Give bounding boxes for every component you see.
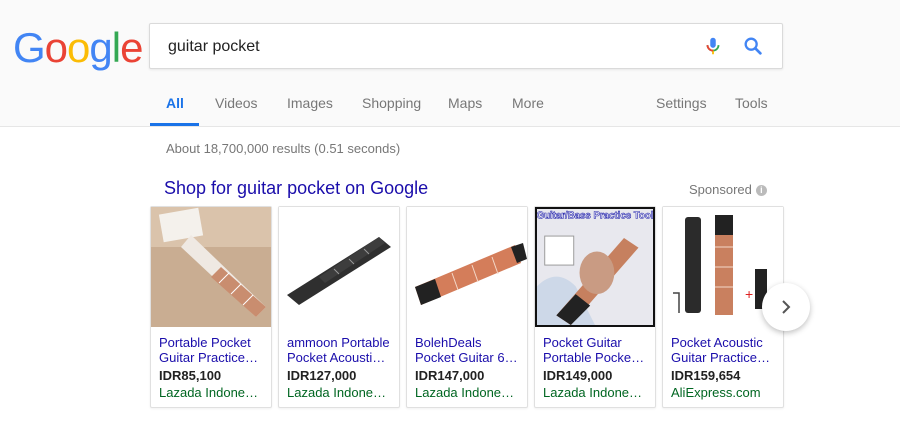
tab-all[interactable]: All <box>166 95 184 111</box>
active-tab-indicator <box>150 123 199 126</box>
search-box <box>149 23 783 70</box>
tab-more[interactable]: More <box>512 95 544 111</box>
product-store: Lazada Indone… <box>159 385 259 400</box>
product-price: IDR85,100 <box>159 368 222 383</box>
microphone-icon[interactable] <box>702 35 724 57</box>
product-title-line: Guitar Practice… <box>159 350 258 365</box>
logo-letter: l <box>111 24 121 71</box>
product-photo <box>151 207 271 327</box>
search-tabs: All Videos Images Shopping Maps More Set… <box>0 84 900 126</box>
product-card[interactable]: ammoon Portable Pocket Acousti… IDR127,0… <box>278 206 400 408</box>
product-title[interactable]: Portable Pocket Guitar Practice… <box>159 335 267 365</box>
search-input[interactable] <box>166 24 690 70</box>
product-image[interactable] <box>407 207 527 327</box>
product-title[interactable]: ammoon Portable Pocket Acousti… <box>287 335 395 365</box>
tab-shopping[interactable]: Shopping <box>362 95 421 111</box>
image-overlay-text: Guitar/Bass Practice Tool <box>537 211 653 222</box>
product-title-line: Portable Pocke… <box>543 350 645 365</box>
product-price: IDR149,000 <box>543 368 613 383</box>
product-title[interactable]: Pocket Acoustic Guitar Practice… <box>671 335 779 365</box>
product-title-line: Pocket Acoustic <box>671 335 763 350</box>
search-icon[interactable] <box>742 35 764 57</box>
logo-letter: o <box>67 24 90 71</box>
logo-letter: G <box>13 24 46 71</box>
product-title-line: BolehDeals <box>415 335 482 350</box>
product-store: Lazada Indone… <box>543 385 643 400</box>
logo-letter: o <box>44 24 68 71</box>
info-icon[interactable]: i <box>755 185 767 197</box>
product-price: IDR127,000 <box>287 368 357 383</box>
product-image[interactable] <box>151 207 271 327</box>
product-title-line: Guitar Practice… <box>671 350 770 365</box>
product-image[interactable]: Guitar/Bass Practice Tool <box>535 207 655 327</box>
product-image[interactable] <box>279 207 399 327</box>
tab-settings[interactable]: Settings <box>656 95 707 111</box>
logo-letter: g <box>89 24 112 71</box>
carousel-next-button[interactable] <box>762 283 810 331</box>
tab-images[interactable]: Images <box>287 95 333 111</box>
product-price: IDR147,000 <box>415 368 485 383</box>
result-stats: About 18,700,000 results (0.51 seconds) <box>166 141 401 156</box>
google-logo[interactable]: Google <box>13 24 143 72</box>
product-title-line: Portable Pocket <box>159 335 251 350</box>
tab-videos[interactable]: Videos <box>215 95 258 111</box>
product-card[interactable]: Guitar/Bass Practice Tool Pocket Guitar … <box>534 206 656 408</box>
sponsored-label[interactable]: Sponsored i <box>689 182 767 197</box>
product-title-line: Pocket Guitar 6… <box>415 350 518 365</box>
product-photo <box>279 207 399 327</box>
product-title-line: Pocket Acousti… <box>287 350 386 365</box>
product-photo: Guitar/Bass Practice Tool <box>537 209 653 325</box>
product-card[interactable]: Portable Pocket Guitar Practice… IDR85,1… <box>150 206 272 408</box>
chevron-right-icon <box>782 300 791 314</box>
product-store: Lazada Indone… <box>415 385 515 400</box>
product-price: IDR159,654 <box>671 368 741 383</box>
plus-icon: + <box>745 286 753 302</box>
product-title-line: Pocket Guitar <box>543 335 622 350</box>
product-card[interactable]: BolehDeals Pocket Guitar 6… IDR147,000 L… <box>406 206 528 408</box>
product-title-line: ammoon Portable <box>287 335 390 350</box>
product-store: AliExpress.com <box>671 385 761 400</box>
sponsored-text: Sponsored <box>689 182 752 197</box>
header: Google All Videos Images Shopping Maps M… <box>0 0 900 127</box>
shopping-heading[interactable]: Shop for guitar pocket on Google <box>164 178 428 199</box>
tab-maps[interactable]: Maps <box>448 95 482 111</box>
tab-tools[interactable]: Tools <box>735 95 768 111</box>
product-title[interactable]: BolehDeals Pocket Guitar 6… <box>415 335 523 365</box>
product-title[interactable]: Pocket Guitar Portable Pocke… <box>543 335 651 365</box>
product-store: Lazada Indone… <box>287 385 387 400</box>
logo-letter: e <box>120 24 143 71</box>
product-photo <box>407 207 527 327</box>
